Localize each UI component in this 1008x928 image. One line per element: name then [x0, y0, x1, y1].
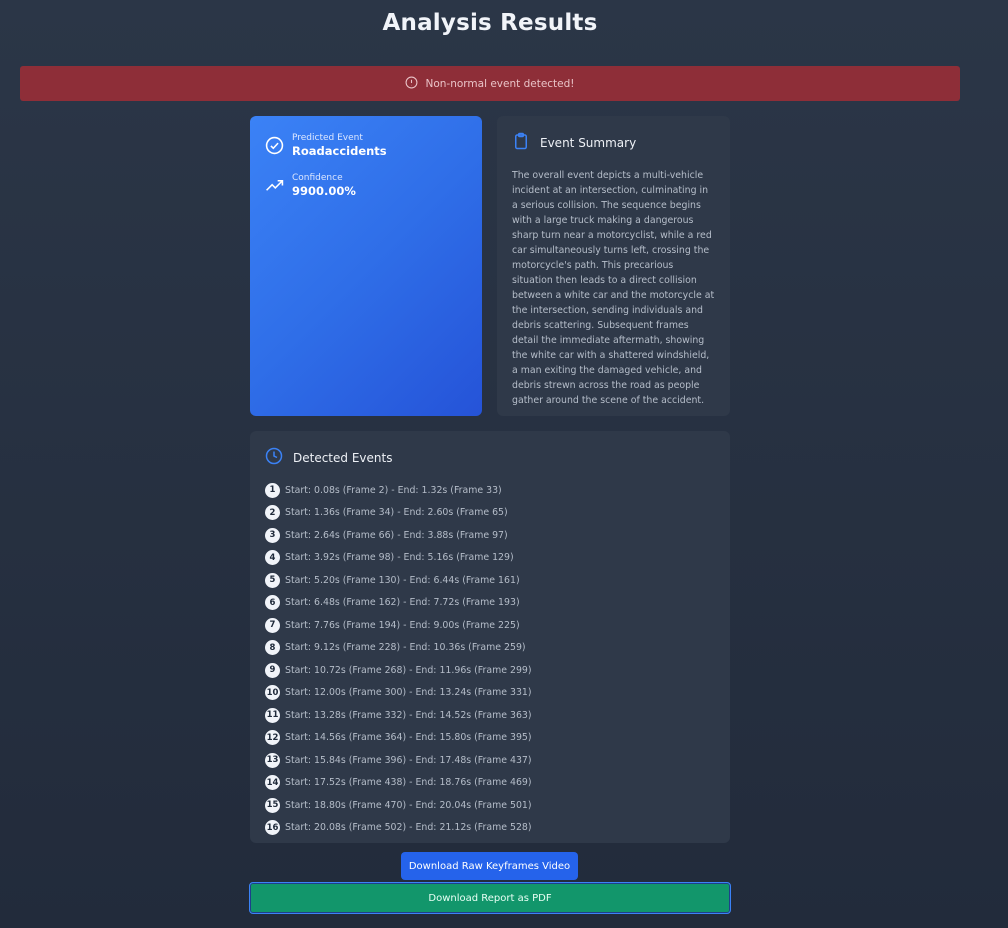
summary-header: Event Summary	[512, 132, 715, 154]
event-list: 1 Start: 0.08s (Frame 2) - End: 1.32s (Fr…	[265, 479, 715, 839]
event-text: Start: 7.76s (Frame 194) - End: 9.00s (F…	[285, 619, 520, 631]
event-number-badge: 11	[265, 707, 280, 723]
event-number-badge: 5	[265, 572, 280, 588]
list-item: 16 Start: 20.08s (Frame 502) - End: 21.12…	[265, 817, 715, 840]
confidence-value: 9900.00%	[292, 184, 356, 198]
check-circle-icon	[265, 133, 284, 159]
event-number-badge: 3	[265, 527, 280, 543]
event-text: Start: 12.00s (Frame 300) - End: 13.24s …	[285, 687, 532, 699]
event-text: Start: 10.72s (Frame 268) - End: 11.96s …	[285, 664, 532, 676]
confidence-label: Confidence	[292, 173, 343, 183]
event-number-badge: 9	[265, 662, 280, 678]
trending-up-icon	[265, 173, 284, 199]
detected-events-card: Detected Events 1 Start: 0.08s (Frame 2) …	[250, 431, 730, 843]
summary-text: The overall event depicts a multi-vehicl…	[512, 170, 715, 406]
list-item: 4 Start: 3.92s (Frame 98) - End: 5.16s (F…	[265, 547, 715, 570]
event-text: Start: 6.48s (Frame 162) - End: 7.72s (F…	[285, 597, 520, 609]
event-text: Start: 3.92s (Frame 98) - End: 5.16s (Fr…	[285, 552, 514, 564]
list-item: 8 Start: 9.12s (Frame 228) - End: 10.36s …	[265, 637, 715, 660]
event-number-badge: 8	[265, 640, 280, 656]
event-text: Start: 13.28s (Frame 332) - End: 14.52s …	[285, 709, 532, 721]
list-item: 15 Start: 18.80s (Frame 470) - End: 20.04…	[265, 794, 715, 817]
list-item: 7 Start: 7.76s (Frame 194) - End: 9.00s (…	[265, 614, 715, 637]
event-text: Start: 18.80s (Frame 470) - End: 20.04s …	[285, 799, 532, 811]
event-number-badge: 12	[265, 730, 280, 746]
event-number-badge: 14	[265, 775, 280, 791]
event-text: Start: 9.12s (Frame 228) - End: 10.36s (…	[285, 642, 526, 654]
event-text: Start: 2.64s (Frame 66) - End: 3.88s (Fr…	[285, 529, 508, 541]
list-item: 13 Start: 15.84s (Frame 396) - End: 17.48…	[265, 749, 715, 772]
list-item: 9 Start: 10.72s (Frame 268) - End: 11.96s…	[265, 659, 715, 682]
clock-icon	[265, 447, 283, 469]
summary-title: Event Summary	[540, 136, 637, 150]
event-number-badge: 4	[265, 550, 280, 566]
list-item: 1 Start: 0.08s (Frame 2) - End: 1.32s (Fr…	[265, 479, 715, 502]
event-number-badge: 2	[265, 505, 280, 521]
predicted-event-value: Roadaccidents	[292, 144, 387, 158]
predicted-event-row: Predicted Event Roadaccidents	[265, 133, 467, 159]
download-pdf-button[interactable]: Download Report as PDF	[249, 882, 731, 914]
list-item: 14 Start: 17.52s (Frame 438) - End: 18.76…	[265, 772, 715, 795]
event-summary-card: Event Summary The overall event depicts …	[497, 116, 730, 416]
event-number-badge: 16	[265, 820, 280, 836]
events-title: Detected Events	[293, 451, 393, 465]
event-number-badge: 13	[265, 752, 280, 768]
list-item: 2 Start: 1.36s (Frame 34) - End: 2.60s (F…	[265, 502, 715, 525]
event-number-badge: 1	[265, 482, 280, 498]
info-circle-icon	[405, 76, 418, 92]
non-normal-alert: Non-normal event detected!	[20, 66, 960, 101]
list-item: 6 Start: 6.48s (Frame 162) - End: 7.72s (…	[265, 592, 715, 615]
event-number-badge: 15	[265, 797, 280, 813]
page-title: Analysis Results	[382, 10, 598, 36]
list-item: 5 Start: 5.20s (Frame 130) - End: 6.44s (…	[265, 569, 715, 592]
events-header: Detected Events	[265, 447, 715, 469]
predicted-event-label: Predicted Event	[292, 133, 363, 143]
event-text: Start: 5.20s (Frame 130) - End: 6.44s (F…	[285, 574, 520, 586]
event-text: Start: 0.08s (Frame 2) - End: 1.32s (Fra…	[285, 484, 502, 496]
clipboard-icon	[512, 132, 530, 154]
event-text: Start: 15.84s (Frame 396) - End: 17.48s …	[285, 754, 532, 766]
event-number-badge: 10	[265, 685, 280, 701]
prediction-card: Predicted Event Roadaccidents Confidence…	[250, 116, 482, 416]
event-text: Start: 17.52s (Frame 438) - End: 18.76s …	[285, 777, 532, 789]
list-item: 3 Start: 2.64s (Frame 66) - End: 3.88s (F…	[265, 524, 715, 547]
confidence-row: Confidence 9900.00%	[265, 173, 467, 199]
event-text: Start: 1.36s (Frame 34) - End: 2.60s (Fr…	[285, 507, 508, 519]
event-number-badge: 7	[265, 617, 280, 633]
alert-text: Non-normal event detected!	[425, 77, 575, 90]
list-item: 11 Start: 13.28s (Frame 332) - End: 14.52…	[265, 704, 715, 727]
download-video-button[interactable]: Download Raw Keyframes Video	[401, 852, 578, 880]
list-item: 12 Start: 14.56s (Frame 364) - End: 15.80…	[265, 727, 715, 750]
event-number-badge: 6	[265, 595, 280, 611]
event-text: Start: 14.56s (Frame 364) - End: 15.80s …	[285, 732, 532, 744]
list-item: 10 Start: 12.00s (Frame 300) - End: 13.24…	[265, 682, 715, 705]
event-text: Start: 20.08s (Frame 502) - End: 21.12s …	[285, 822, 532, 834]
analysis-page: Analysis Results Non-normal event detect…	[0, 0, 1008, 928]
